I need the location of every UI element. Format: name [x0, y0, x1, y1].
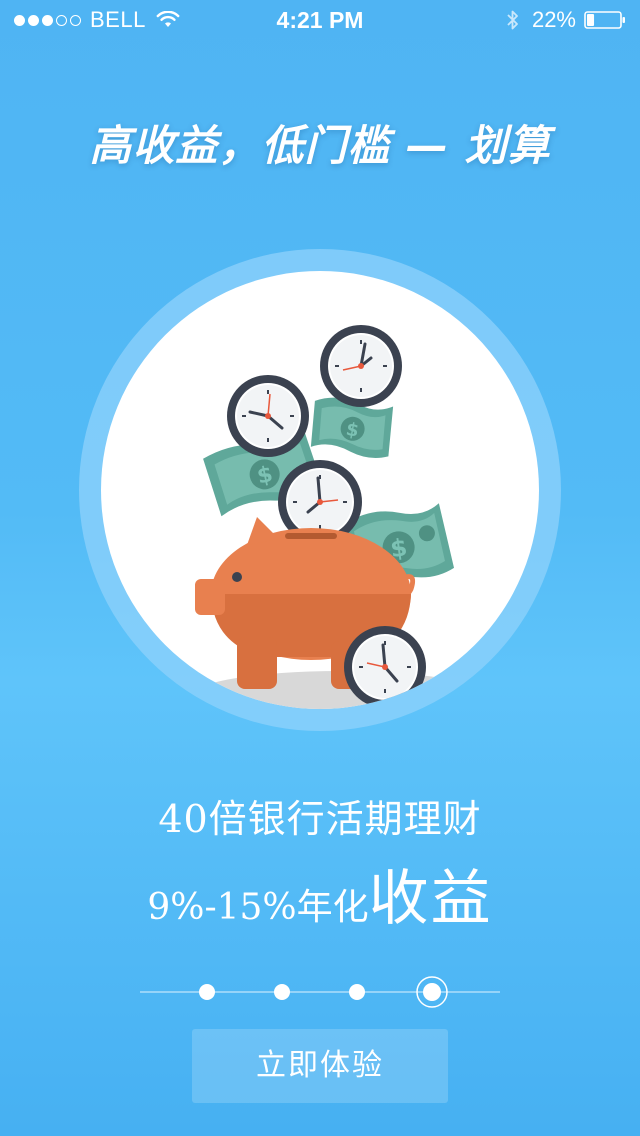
- battery-percentage: 22%: [531, 7, 576, 32]
- clock-icon: [227, 375, 309, 457]
- page-dot[interactable]: [349, 984, 365, 1000]
- annual-yield-range: 9%-15%年化: [147, 887, 369, 928]
- yield-emphasis: 收益: [368, 864, 493, 934]
- feature-description-line2: 9%-15%年化收益: [0, 850, 640, 937]
- page-dot[interactable]: [274, 984, 290, 1000]
- page-title: 高收益，低门槛 — 划算: [89, 121, 551, 170]
- bluetooth-icon: [507, 10, 518, 30]
- feature-description-line1: 40倍银行活期理财: [158, 797, 482, 841]
- clock-icon: [320, 325, 402, 407]
- try-now-button[interactable]: 立即体验: [192, 1029, 448, 1103]
- page-dot[interactable]: [199, 984, 215, 1000]
- battery-icon: [584, 11, 625, 29]
- savings-illustration: $ $ $: [79, 249, 561, 731]
- status-bar-right: 22%: [506, 0, 626, 40]
- status-bar: BELL 4:21 PM 22%: [0, 0, 640, 40]
- page-indicator: [140, 976, 500, 1008]
